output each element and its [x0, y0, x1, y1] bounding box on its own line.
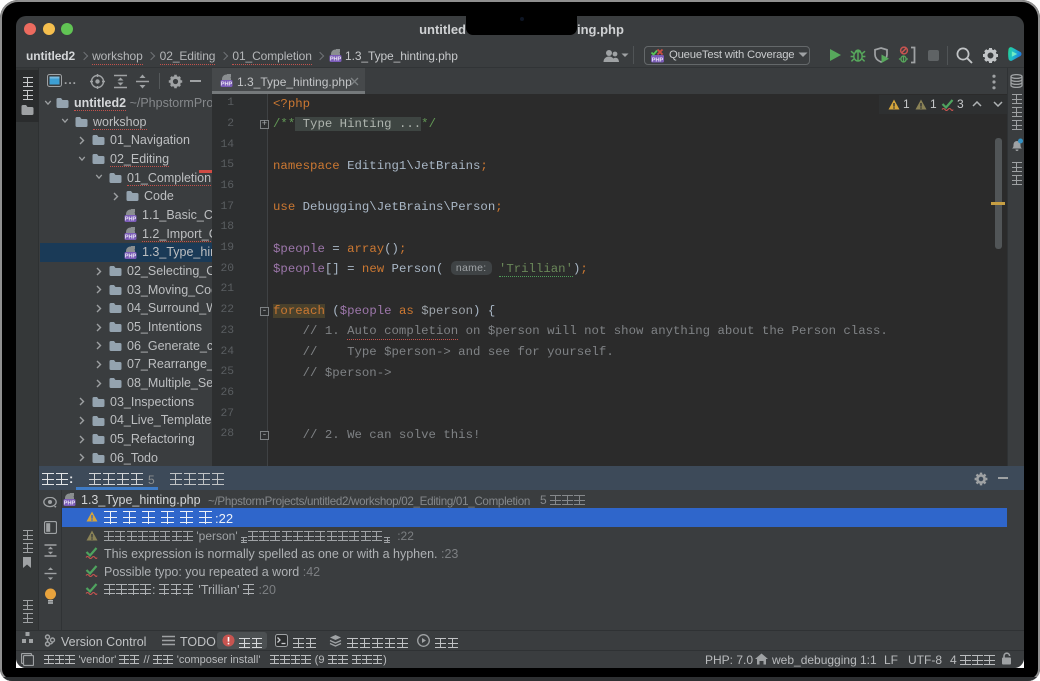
svg-text:PHP: PHP	[221, 82, 233, 88]
svg-text:PHP: PHP	[330, 57, 342, 63]
svg-text:PHP: PHP	[64, 501, 76, 507]
svg-text:PHP: PHP	[125, 216, 137, 222]
svg-text:PHP: PHP	[652, 57, 664, 63]
svg-text:PHP: PHP	[125, 254, 137, 260]
svg-text:PHP: PHP	[125, 235, 137, 241]
